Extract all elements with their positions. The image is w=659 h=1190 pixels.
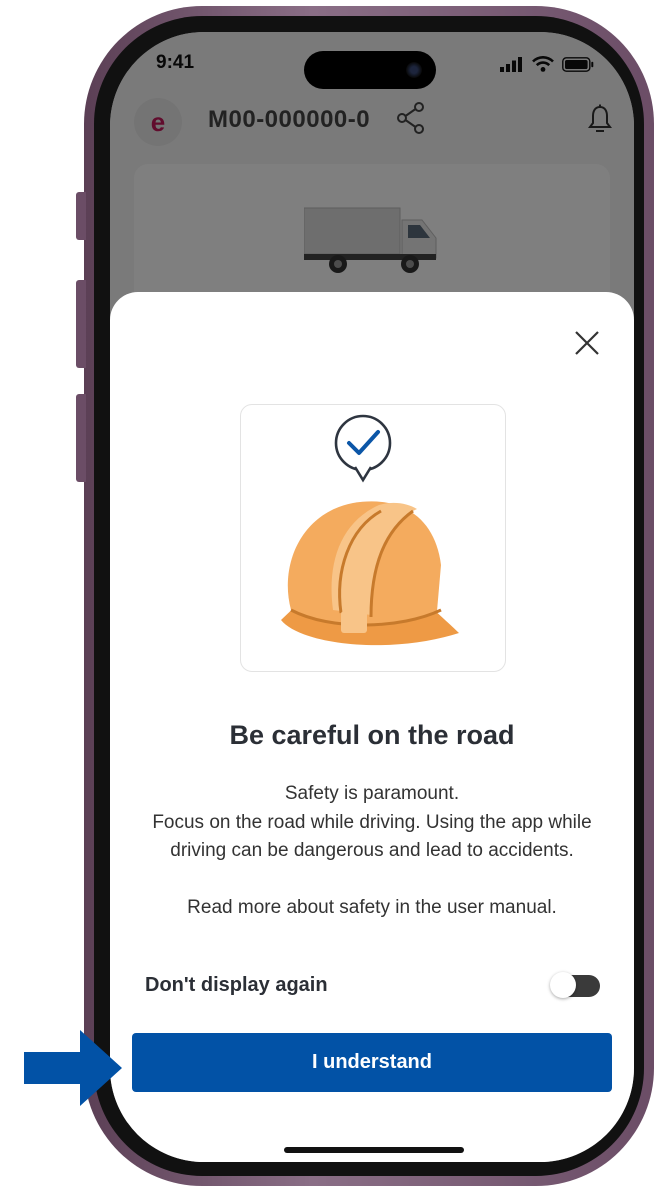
manual-note: Read more about safety in the user manua… [187, 896, 557, 918]
illustration-card [240, 404, 506, 672]
modal-body: Safety is paramount. Focus on the road w… [140, 780, 604, 922]
body-line-2: Focus on the road while driving. Using t… [152, 811, 592, 862]
phone-mute-switch [76, 192, 86, 240]
i-understand-button[interactable]: I understand [132, 1033, 612, 1092]
dont-display-again-label: Don't display again [145, 974, 328, 996]
phone-screen: 9:41 e M00- [110, 32, 634, 1162]
close-icon[interactable] [570, 326, 604, 360]
dont-display-again-toggle[interactable] [550, 972, 600, 998]
toggle-knob[interactable] [550, 972, 576, 998]
body-line-1: Safety is paramount. [284, 783, 460, 804]
home-indicator [284, 1147, 464, 1153]
phone-volume-down [76, 394, 86, 482]
phone-volume-up [76, 280, 86, 368]
safety-helmet-checkmark-icon [281, 414, 459, 646]
pointer-arrow-icon [24, 1030, 122, 1106]
modal-title: Be careful on the road [229, 720, 515, 750]
safety-modal: Be careful on the road Safety is paramou… [110, 292, 634, 1162]
